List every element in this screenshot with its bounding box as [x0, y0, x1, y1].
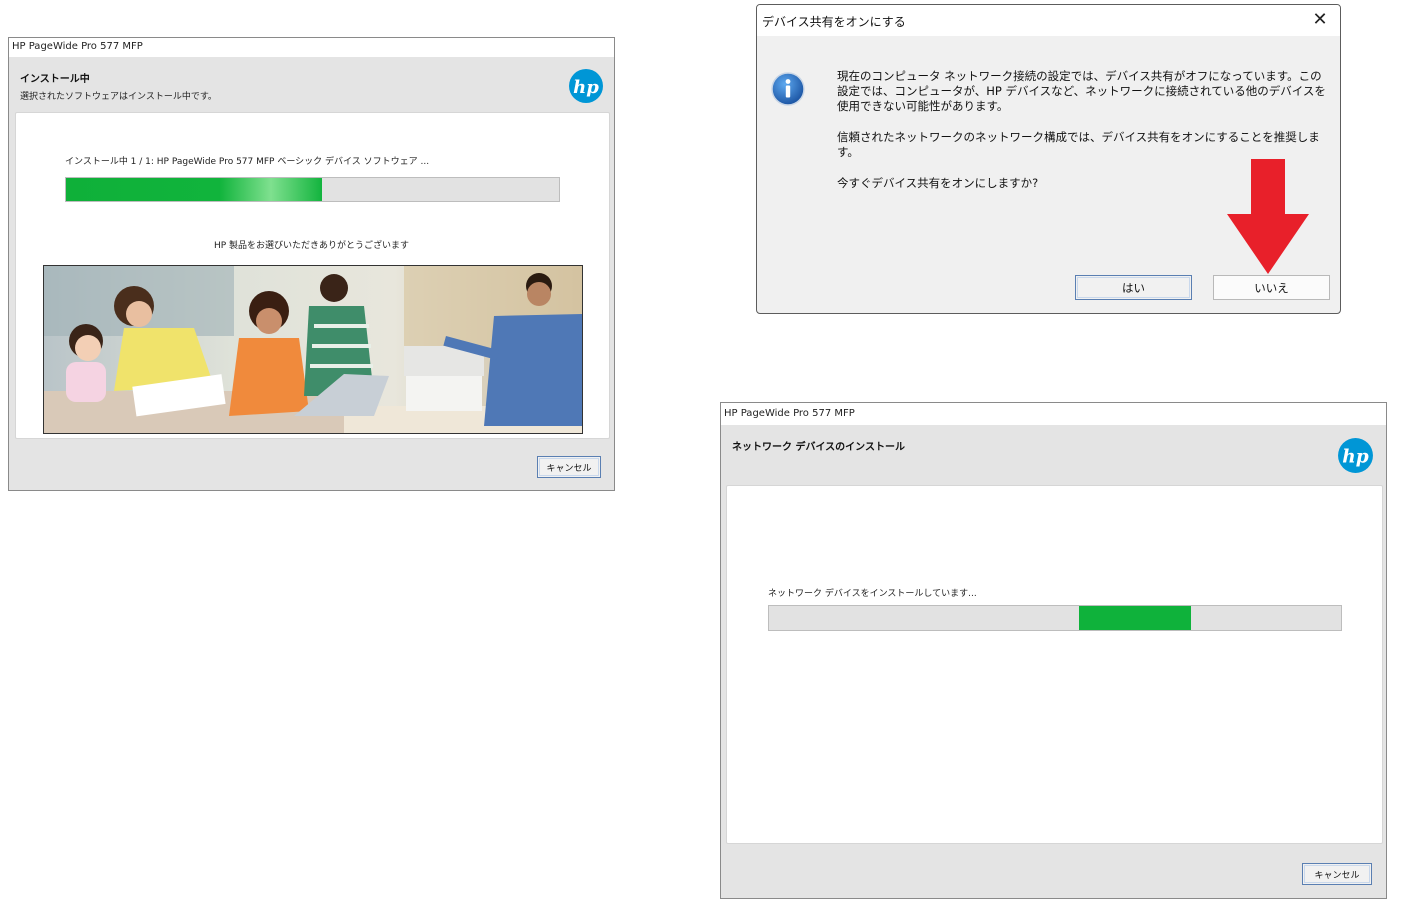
network-install-window: HP PageWide Pro 577 MFP ネットワーク デバイスのインスト…: [720, 402, 1387, 899]
info-icon: [771, 72, 805, 106]
network-install-cancel-button[interactable]: キャンセル: [1302, 863, 1372, 885]
hp-logo-icon: hp: [1338, 438, 1373, 473]
device-sharing-dialog: デバイス共有をオンにする ✕ 現在のコンピュータ ネットワーク接続の設定では、デ…: [756, 4, 1341, 314]
network-install-content-panel: [726, 485, 1383, 844]
no-button[interactable]: いいえ: [1213, 275, 1330, 300]
dialog-message-line-1: 現在のコンピュータ ネットワーク接続の設定では、デバイス共有がオフになっています…: [837, 69, 1326, 113]
svg-text:hp: hp: [573, 77, 599, 98]
installer-header-title: インストール中: [20, 74, 90, 85]
installer-titlebar: HP PageWide Pro 577 MFP: [9, 38, 614, 57]
network-install-status-text: ネットワーク デバイスをインストールしています...: [768, 589, 977, 599]
yes-button[interactable]: はい: [1075, 275, 1192, 300]
network-install-titlebar: HP PageWide Pro 577 MFP: [721, 403, 1386, 425]
dialog-message-line-2: 信頼されたネットワークのネットワーク構成では、デバイス共有をオンにすることを推奨…: [837, 130, 1320, 159]
installer-window: HP PageWide Pro 577 MFP インストール中 選択されたソフト…: [8, 37, 615, 491]
thanks-message: HP 製品をお選びいただきありがとうございます: [213, 241, 410, 251]
svg-text:hp: hp: [1342, 447, 1368, 468]
dialog-titlebar: デバイス共有をオンにする ✕: [757, 5, 1340, 36]
installer-cancel-button[interactable]: キャンセル: [537, 456, 601, 478]
dialog-title: デバイス共有をオンにする: [762, 15, 906, 29]
close-icon[interactable]: ✕: [1308, 8, 1332, 32]
network-install-progress-bar: [768, 605, 1342, 631]
network-install-header-title: ネットワーク デバイスのインストール: [732, 442, 905, 453]
installer-title: HP PageWide Pro 577 MFP: [12, 41, 143, 52]
promo-photo: [43, 265, 583, 434]
install-status-text: インストール中 1 / 1: HP PageWide Pro 577 MFP ベ…: [65, 157, 430, 167]
hp-logo-icon: hp: [569, 69, 603, 103]
installer-header-subtitle: 選択されたソフトウェアはインストール中です。: [20, 92, 217, 102]
network-install-progress-marquee: [1079, 606, 1191, 630]
install-progress-fill: [66, 178, 323, 201]
network-install-title: HP PageWide Pro 577 MFP: [724, 408, 855, 419]
red-arrow-annotation: [1227, 159, 1309, 274]
install-progress-bar: [65, 177, 560, 202]
